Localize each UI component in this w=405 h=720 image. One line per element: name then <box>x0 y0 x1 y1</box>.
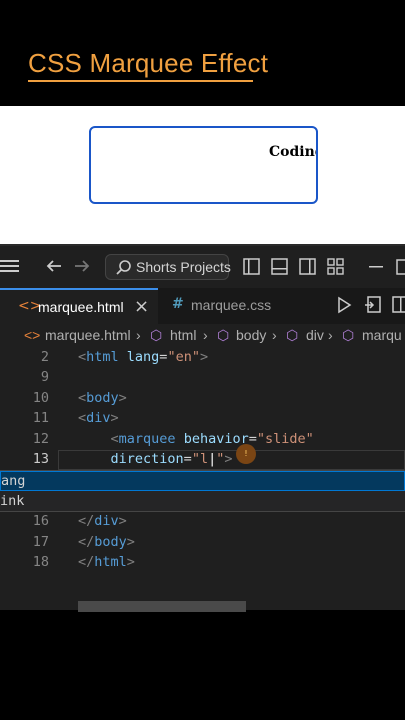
line-content: <body> <box>78 390 127 406</box>
menu-icon[interactable] <box>0 258 20 278</box>
breadcrumb-item[interactable]: body <box>236 327 266 343</box>
line-content: <html lang="en"> <box>78 349 209 365</box>
page-title: CSS Marquee Effect <box>28 48 269 78</box>
title-band: CSS Marquee Effect <box>0 0 405 106</box>
suggestion-item[interactable]: ink <box>0 492 405 512</box>
bottom-band <box>0 612 405 720</box>
line-number: 18 <box>32 554 49 570</box>
title-bar: Shorts Projects <box>0 246 405 288</box>
text-cursor: | <box>208 451 217 467</box>
breadcrumb-item[interactable]: html <box>170 327 196 343</box>
horizontal-scrollbar[interactable] <box>78 601 246 612</box>
command-center-search[interactable]: Shorts Projects <box>105 254 231 281</box>
code-line: 9 <box>0 368 405 388</box>
html-file-icon: <> <box>24 327 41 343</box>
marquee-text: Coding <box>269 144 316 160</box>
lightbulb-icon[interactable]: ! <box>236 444 256 464</box>
chevron-right-icon: › <box>272 327 277 343</box>
code-editor: Shorts Projects <> marquee.html × # marq… <box>0 244 405 610</box>
chevron-right-icon: › <box>203 327 208 343</box>
line-number: 2 <box>40 349 49 365</box>
tab-marquee-css[interactable]: # marquee.css <box>158 288 298 324</box>
code-line: 2 <html lang="en"> <box>0 348 405 368</box>
run-icon[interactable] <box>336 296 352 318</box>
element-icon: ⬡ <box>150 327 163 343</box>
code-line: 16 </div> <box>0 512 405 532</box>
element-icon: ⬡ <box>217 327 230 343</box>
open-preview-icon[interactable] <box>364 296 382 318</box>
line-content: </html> <box>78 554 135 570</box>
line-content: <marquee behavior="slide" <box>110 431 314 447</box>
line-number: 12 <box>32 431 49 447</box>
breadcrumb: <> marquee.html › ⬡ html › ⬡ body › ⬡ di… <box>0 324 405 348</box>
code-line: 17 </body> <box>0 533 405 553</box>
forward-arrow-icon[interactable] <box>73 258 91 278</box>
suggestion-item[interactable]: ang <box>0 471 405 491</box>
chevron-right-icon: › <box>328 327 333 343</box>
back-arrow-icon[interactable] <box>45 258 63 278</box>
tab-label: marquee.html <box>38 299 124 315</box>
title-underline <box>28 80 253 82</box>
toggle-panel-icon[interactable] <box>271 258 289 280</box>
code-line: 10 <body> <box>0 389 405 409</box>
css-file-icon: # <box>172 296 184 312</box>
breadcrumb-item[interactable]: div <box>306 327 324 343</box>
line-content: <div> <box>78 410 119 426</box>
editor-tabs: <> marquee.html × # marquee.css <box>0 288 405 324</box>
breadcrumb-item[interactable]: marquee.html <box>45 327 131 343</box>
chevron-right-icon: › <box>136 327 141 343</box>
line-number: 13 <box>32 451 49 467</box>
marquee-box: Coding <box>89 126 318 204</box>
element-icon: ⬡ <box>342 327 355 343</box>
suggestion-list: ang ink <box>0 470 405 512</box>
line-number: 10 <box>32 390 49 406</box>
search-label: Shorts Projects <box>136 259 231 275</box>
preview-area: Coding <box>0 106 405 244</box>
split-editor-icon[interactable] <box>392 296 405 318</box>
element-icon: ⬡ <box>286 327 299 343</box>
toggle-secondary-sidebar-icon[interactable] <box>299 258 317 280</box>
line-content: </body> <box>78 534 135 550</box>
customize-layout-icon[interactable] <box>327 258 345 280</box>
line-number: 11 <box>32 410 49 426</box>
close-icon[interactable]: × <box>134 296 149 317</box>
search-icon <box>115 259 133 281</box>
maximize-icon[interactable] <box>396 258 405 280</box>
line-content: direction="l|"> <box>110 451 233 467</box>
toggle-sidebar-icon[interactable] <box>243 258 261 280</box>
code-line: 12 <marquee behavior="slide" <box>0 430 405 450</box>
minimize-icon[interactable] <box>368 258 386 280</box>
code-line: 11 <div> <box>0 409 405 429</box>
code-line: 18 </html> <box>0 553 405 573</box>
line-number: 9 <box>40 369 49 385</box>
breadcrumb-item[interactable]: marqu <box>362 327 402 343</box>
line-content: </div> <box>78 513 127 529</box>
tab-marquee-html[interactable]: <> marquee.html × <box>0 288 158 324</box>
code-line: 13 direction="l|"> <box>0 450 405 470</box>
tab-label: marquee.css <box>191 297 272 313</box>
